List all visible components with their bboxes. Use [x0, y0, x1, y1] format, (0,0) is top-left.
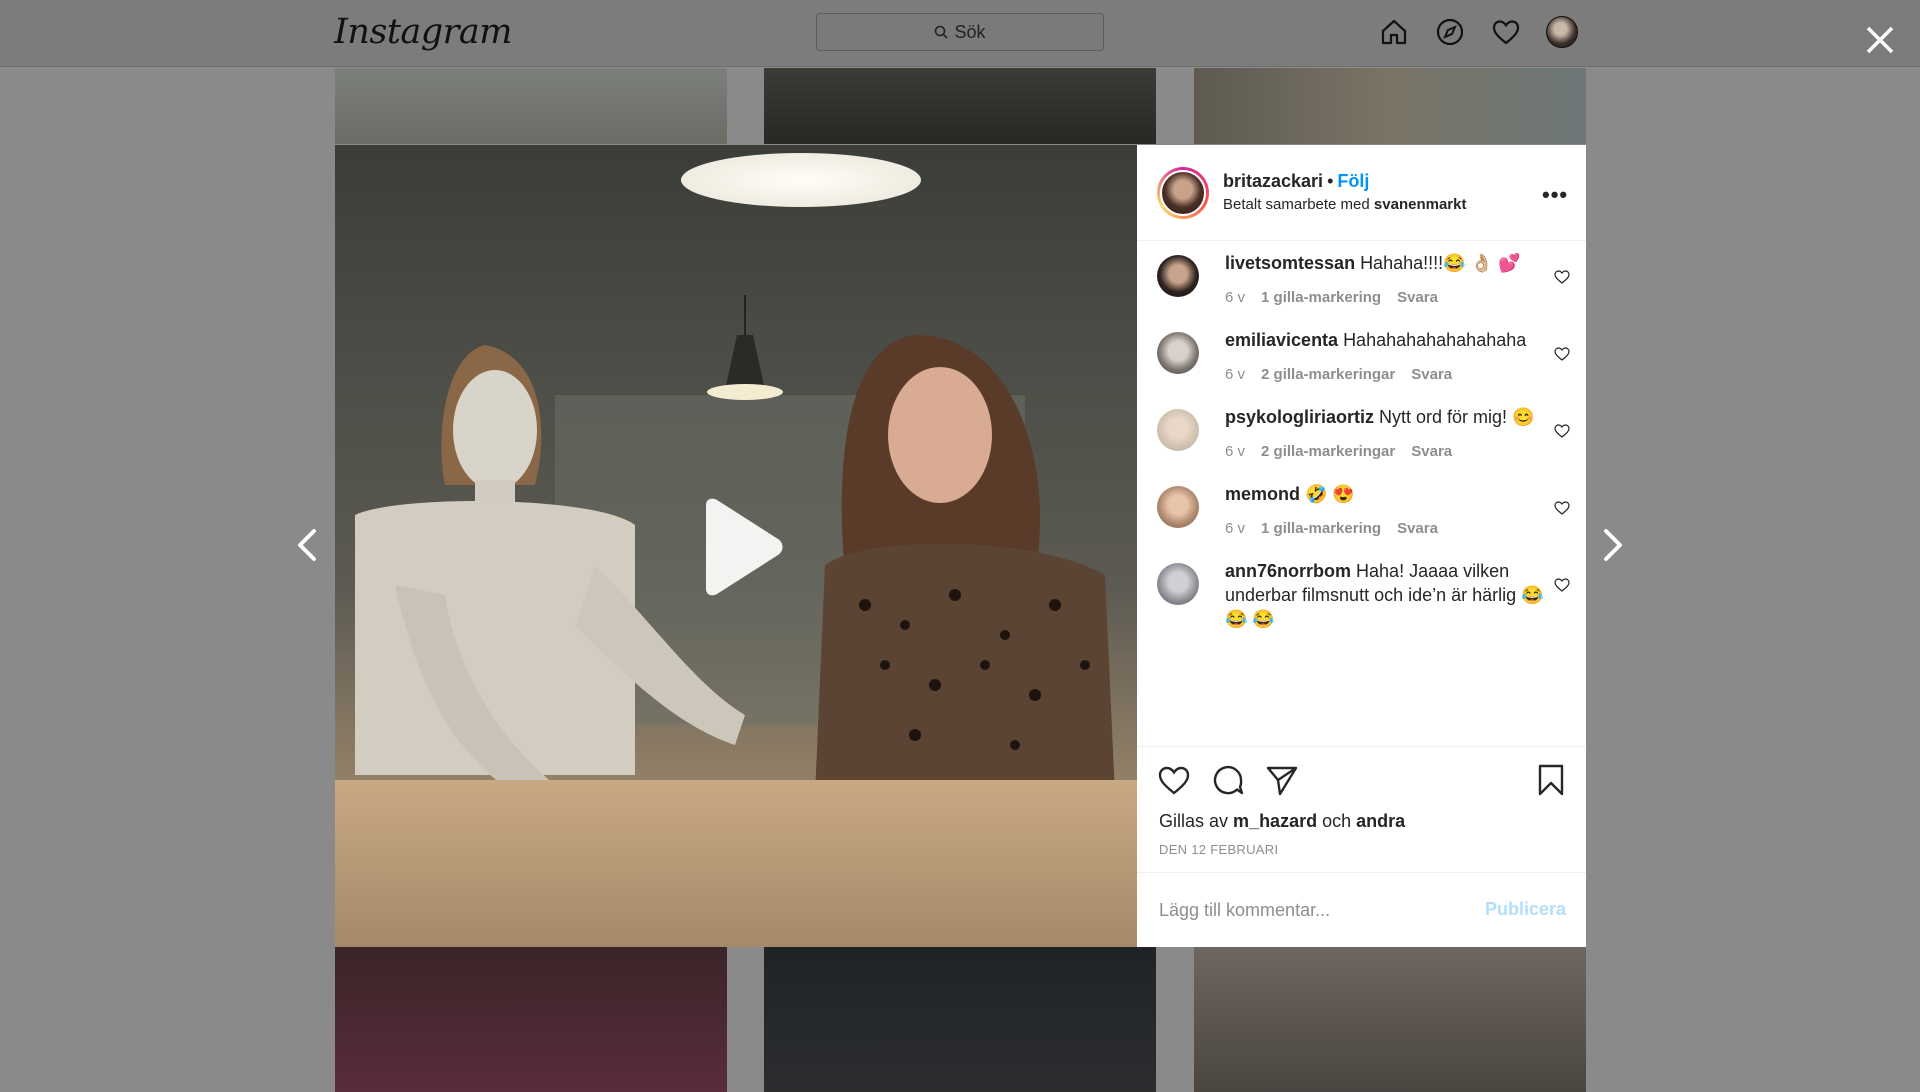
grid-post-thumbnail[interactable]: [335, 947, 727, 1092]
commenter-avatar[interactable]: [1157, 255, 1199, 297]
comment-username[interactable]: livetsomtessan: [1225, 253, 1355, 273]
likes-summary: Gillas av m_hazard och andra: [1159, 811, 1405, 832]
paid-partnership-line: Betalt samarbete med svanenmarkt: [1223, 196, 1466, 213]
top-navigation-bar: Instagram Sök: [0, 0, 1920, 67]
comment-bubble-icon[interactable]: [1211, 763, 1245, 797]
explore-icon[interactable]: [1432, 14, 1468, 50]
likes-others-link[interactable]: andra: [1356, 811, 1405, 831]
author-avatar[interactable]: [1157, 167, 1209, 219]
separator-dot: •: [1327, 171, 1334, 191]
author-username[interactable]: britazackari: [1223, 171, 1323, 191]
comment-like-heart-icon[interactable]: [1554, 500, 1570, 516]
comment-like-count[interactable]: 2 gilla-markeringar: [1261, 443, 1395, 460]
comment-username[interactable]: emiliavicenta: [1225, 330, 1338, 350]
home-icon[interactable]: [1376, 14, 1412, 50]
share-paper-plane-icon[interactable]: [1265, 763, 1299, 797]
woman-figure: [815, 335, 1115, 795]
comment-like-count[interactable]: 1 gilla-markering: [1261, 520, 1381, 537]
activity-heart-icon[interactable]: [1488, 14, 1524, 50]
comment-text: psykologliriaortiz Nytt ord för mig! 😊: [1225, 405, 1545, 429]
search-placeholder: Sök: [954, 21, 986, 42]
comment-like-count[interactable]: 1 gilla-markering: [1261, 289, 1381, 306]
play-icon[interactable]: [696, 497, 786, 597]
search-box[interactable]: Sök: [816, 13, 1104, 51]
comment-age[interactable]: 6 v: [1225, 289, 1245, 306]
ceiling-lamp: [681, 153, 921, 207]
comment-item: emiliavicenta Hahahahahahahahaha 6 v 2 gi…: [1137, 328, 1586, 383]
reply-button[interactable]: Svara: [1411, 366, 1452, 383]
author-line: britazackari • Följ: [1223, 171, 1369, 192]
post-video[interactable]: [335, 145, 1137, 947]
liker-username[interactable]: m_hazard: [1233, 811, 1317, 831]
next-post-chevron-icon[interactable]: [1594, 525, 1630, 565]
grid-post-thumbnail[interactable]: [1194, 68, 1586, 144]
close-icon[interactable]: [1862, 22, 1898, 58]
comment-text: memond 🤣 😍: [1225, 482, 1545, 506]
more-options-button[interactable]: •••: [1542, 182, 1568, 208]
comment-text: ann76norrbom Haha! Jaaaa vilken underbar …: [1225, 559, 1545, 631]
save-bookmark-icon[interactable]: [1534, 763, 1568, 797]
post-sidebar: britazackari • Följ Betalt samarbete med s…: [1137, 145, 1586, 947]
comment-body: Hahahahahahahahaha: [1343, 330, 1527, 350]
comment-meta: 6 v 2 gilla-markeringar Svara: [1225, 443, 1570, 460]
comment-like-heart-icon[interactable]: [1554, 346, 1570, 362]
comment-like-count[interactable]: 2 gilla-markeringar: [1261, 366, 1395, 383]
grid-post-thumbnail[interactable]: [764, 947, 1156, 1092]
comment-like-heart-icon[interactable]: [1554, 577, 1570, 593]
comment-body: 🤣 😍: [1305, 484, 1355, 504]
post-actions: Gillas av m_hazard och andra DEN 12 FEBR…: [1137, 746, 1586, 872]
comment-age[interactable]: 6 v: [1225, 366, 1245, 383]
add-comment-bar: Publicera: [1137, 872, 1586, 947]
comment-meta: 6 v 1 gilla-markering Svara: [1225, 520, 1570, 537]
comment-text: emiliavicenta Hahahahahahahahaha: [1225, 328, 1545, 352]
reply-button[interactable]: Svara: [1397, 520, 1438, 537]
like-heart-icon[interactable]: [1157, 763, 1191, 797]
comment-item: memond 🤣 😍 6 v 1 gilla-markering Svara: [1137, 482, 1586, 537]
previous-post-chevron-icon[interactable]: [290, 525, 326, 565]
comment-body: Hahaha!!!!😂 👌🏼 💕: [1360, 253, 1521, 273]
grid-post-thumbnail[interactable]: [764, 68, 1156, 144]
profile-avatar[interactable]: [1544, 14, 1580, 50]
publish-button[interactable]: Publicera: [1485, 899, 1566, 920]
commenter-avatar[interactable]: [1157, 563, 1199, 605]
wooden-table: [335, 780, 1137, 947]
comment-username[interactable]: ann76norrbom: [1225, 561, 1351, 581]
comments-list[interactable]: livetsomtessan Hahaha!!!!😂 👌🏼 💕 6 v 1 gil…: [1137, 241, 1586, 746]
comment-like-heart-icon[interactable]: [1554, 423, 1570, 439]
grid-post-thumbnail[interactable]: [335, 68, 727, 144]
comment-meta: 6 v 1 gilla-markering Svara: [1225, 289, 1570, 306]
nav-icons: [1376, 14, 1580, 50]
search-icon: [935, 25, 949, 39]
likes-prefix: Gillas av: [1159, 811, 1229, 831]
reply-button[interactable]: Svara: [1397, 289, 1438, 306]
comment-item: livetsomtessan Hahaha!!!!😂 👌🏼 💕 6 v 1 gil…: [1137, 251, 1586, 306]
reply-button[interactable]: Svara: [1411, 443, 1452, 460]
comment-body: Nytt ord för mig! 😊: [1379, 407, 1535, 427]
comment-like-heart-icon[interactable]: [1554, 269, 1570, 285]
likes-middle: och: [1322, 811, 1352, 831]
comment-username[interactable]: psykologliriaortiz: [1225, 407, 1374, 427]
mannequin-figure: [355, 345, 745, 795]
follow-button[interactable]: Följ: [1337, 171, 1369, 191]
comment-text: livetsomtessan Hahaha!!!!😂 👌🏼 💕: [1225, 251, 1545, 275]
instagram-logo[interactable]: Instagram: [334, 12, 512, 52]
post-date[interactable]: DEN 12 FEBRUARI: [1159, 842, 1278, 857]
post-header: britazackari • Följ Betalt samarbete med s…: [1137, 145, 1586, 241]
comment-username[interactable]: memond: [1225, 484, 1300, 504]
comment-item: psykologliriaortiz Nytt ord för mig! 😊 6 …: [1137, 405, 1586, 460]
commenter-avatar[interactable]: [1157, 409, 1199, 451]
grid-post-thumbnail[interactable]: [1194, 947, 1586, 1092]
post-modal: britazackari • Följ Betalt samarbete med s…: [335, 145, 1586, 947]
comment-meta: 6 v 2 gilla-markeringar Svara: [1225, 366, 1570, 383]
comment-age[interactable]: 6 v: [1225, 443, 1245, 460]
action-icons: [1157, 763, 1299, 797]
comment-age[interactable]: 6 v: [1225, 520, 1245, 537]
partner-link[interactable]: svanenmarkt: [1374, 196, 1467, 213]
commenter-avatar[interactable]: [1157, 332, 1199, 374]
paid-partnership-label: Betalt samarbete med: [1223, 196, 1370, 213]
comment-item: ann76norrbom Haha! Jaaaa vilken underbar …: [1137, 559, 1586, 631]
comment-input[interactable]: [1159, 895, 1459, 925]
commenter-avatar[interactable]: [1157, 486, 1199, 528]
